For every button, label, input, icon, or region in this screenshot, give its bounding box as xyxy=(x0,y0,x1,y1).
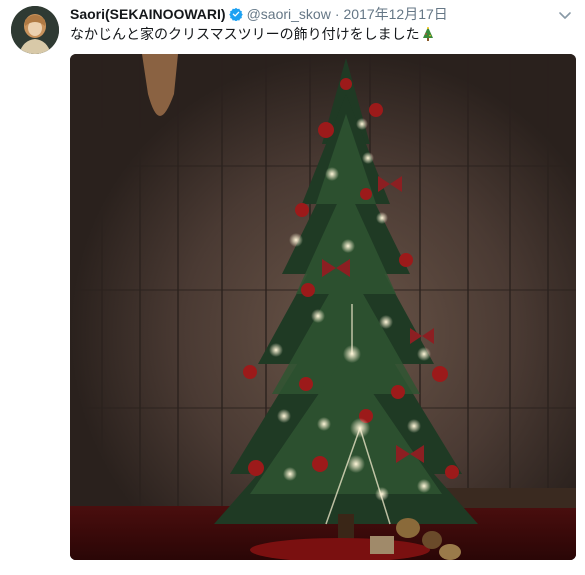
tweet-text: なかじんと家のクリスマスツリーの飾り付けをしました xyxy=(70,25,434,43)
chevron-down-icon[interactable] xyxy=(557,7,573,23)
tweet-header: Saori(SEKAINOOWARI) @saori_skow · 2017年1… xyxy=(70,5,448,23)
tweet-text-content: なかじんと家のクリスマスツリーの飾り付けをしました xyxy=(70,26,420,42)
christmas-tree-photo xyxy=(70,54,576,560)
tweet-timestamp[interactable]: 2017年12月17日 xyxy=(344,4,448,24)
verified-badge-icon xyxy=(228,7,243,22)
christmas-tree-emoji xyxy=(422,27,434,41)
separator-dot: · xyxy=(334,6,340,22)
author-name[interactable]: Saori(SEKAINOOWARI) xyxy=(70,6,226,22)
avatar[interactable] xyxy=(11,6,59,54)
author-handle[interactable]: @saori_skow xyxy=(247,6,331,22)
tweet-photo[interactable] xyxy=(70,54,576,560)
tweet-card: Saori(SEKAINOOWARI) @saori_skow · 2017年1… xyxy=(0,0,585,575)
